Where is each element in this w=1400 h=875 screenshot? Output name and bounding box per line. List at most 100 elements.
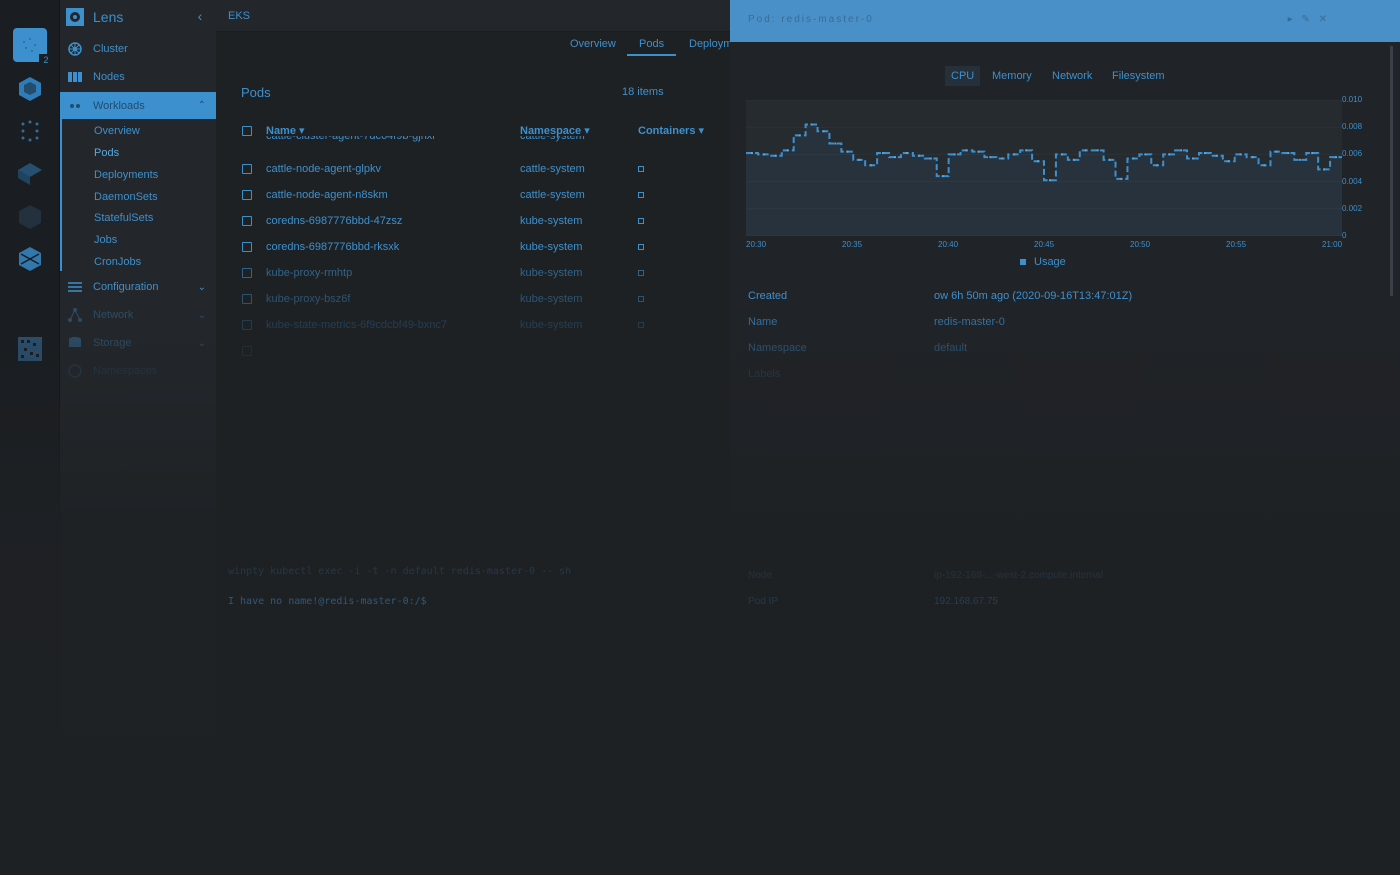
pod-name[interactable]: coredns-6987776bbd-47zsz	[266, 215, 402, 227]
chevron-down-icon: ⌄	[197, 281, 206, 293]
field-label-name: Name	[748, 316, 778, 328]
metrics-tab-memory[interactable]: Memory	[992, 66, 1032, 86]
container-status-icon	[638, 166, 644, 172]
data-point	[1251, 156, 1254, 159]
metrics-tab-filesystem[interactable]: Filesystem	[1112, 66, 1165, 86]
scrollbar[interactable]	[1390, 46, 1393, 296]
data-point	[1203, 152, 1206, 155]
data-point	[1037, 160, 1040, 163]
data-point	[882, 152, 885, 155]
y-tick-label: 0.008	[1342, 122, 1363, 132]
data-point	[798, 134, 801, 137]
sidebar-item-namespaces[interactable]: Namespaces	[60, 359, 216, 383]
package-icon[interactable]	[13, 72, 47, 106]
tab-deployments[interactable]: Deploym	[689, 38, 732, 56]
y-tick-label: 0.002	[1342, 203, 1363, 213]
items-count: 18 items	[622, 86, 664, 98]
sidebar: Lens ‹ Cluster Nodes Workloads ⌃ Overvie…	[60, 0, 216, 875]
row-checkbox[interactable]	[242, 164, 252, 174]
main-content: Overview Pods Deploym Pods 18 items Name…	[216, 32, 732, 657]
tab-overview[interactable]: Overview	[570, 38, 616, 56]
cluster-topbar: EKS	[216, 0, 730, 32]
data-point	[1263, 164, 1266, 167]
table-row[interactable]: kube-proxy-bsz6f kube-system	[240, 287, 730, 313]
sidebar-sub-jobs[interactable]: Jobs	[94, 230, 117, 250]
row-checkbox[interactable]	[242, 294, 252, 304]
grid-icon[interactable]	[13, 332, 47, 366]
data-point	[774, 154, 777, 157]
pod-name[interactable]: kube-proxy-rmhtp	[266, 267, 352, 279]
pod-name[interactable]: kube-proxy-bsz6f	[266, 293, 350, 305]
metrics-tab-cpu[interactable]: CPU	[945, 66, 981, 86]
table-row[interactable]: cattle-node-agent-glpkv cattle-system	[240, 157, 730, 183]
table-row[interactable]: kube-state-metrics-6f9cdcbf49-bxnc7 kube…	[240, 313, 730, 339]
page-title: Pods	[241, 85, 271, 100]
table-row[interactable]: cattle-node-agent-n8skm cattle-system	[240, 183, 730, 209]
table-row[interactable]: cattle-cluster-agent-7dc64f9b-gjhxl catt…	[240, 136, 730, 150]
table-row[interactable]: coredns-6987776bbd-rksxk kube-system	[240, 235, 730, 261]
sidebar-sub-daemonsets[interactable]: DaemonSets	[94, 187, 158, 207]
data-point	[822, 130, 825, 133]
table-row[interactable]	[240, 339, 730, 365]
row-checkbox[interactable]	[242, 320, 252, 330]
pod-name[interactable]: kube-state-metrics-6f9cdcbf49-bxnc7	[266, 319, 447, 331]
chevron-down-icon: ⌄	[197, 337, 206, 349]
details-title: Pod: redis-master-0	[748, 14, 874, 25]
sidebar-sub-cronjobs[interactable]: CronJobs	[94, 252, 141, 272]
field-value-pod-ip: 192.168.67.75	[934, 596, 998, 607]
pod-details-panel: CPU Memory Network Filesystem 0.010 0.008…	[730, 42, 1400, 875]
data-point	[834, 142, 837, 145]
row-checkbox[interactable]	[242, 346, 252, 356]
details-header: Pod: redis-master-0 ▸ ✎ ✕	[730, 0, 1400, 42]
data-point	[977, 150, 980, 153]
sidebar-sub-deployments[interactable]: Deployments	[94, 165, 158, 185]
x-tick-label: 21:00	[1322, 240, 1343, 249]
sidebar-item-workloads[interactable]: Workloads ⌃	[60, 92, 216, 119]
data-point	[1227, 160, 1230, 163]
sidebar-item-label: Network	[93, 309, 134, 321]
dots-icon[interactable]	[13, 114, 47, 148]
sidebar-sub-pods[interactable]: Pods	[94, 143, 119, 163]
network-icon	[66, 306, 84, 324]
data-point	[1180, 149, 1183, 152]
sidebar-sub-overview[interactable]: Overview	[94, 121, 140, 141]
table-row[interactable]: coredns-6987776bbd-47zsz kube-system	[240, 209, 730, 235]
box-icon[interactable]	[13, 242, 47, 276]
x-tick-label: 20:50	[1130, 240, 1151, 249]
table-row[interactable]: kube-proxy-rmhtp kube-system	[240, 261, 730, 287]
sidebar-item-label: Storage	[93, 337, 132, 349]
tab-pods[interactable]: Pods	[627, 38, 677, 56]
cube-icon[interactable]	[13, 156, 47, 190]
sidebar-item-network[interactable]: Network ⌄	[60, 303, 216, 327]
submenu-indicator	[60, 119, 62, 271]
data-point	[786, 149, 789, 152]
pod-name[interactable]: coredns-6987776bbd-rksxk	[266, 241, 399, 253]
data-point	[953, 153, 956, 156]
x-tick-label: 20:35	[842, 240, 863, 249]
data-point	[858, 158, 861, 161]
row-checkbox[interactable]	[242, 268, 252, 278]
metrics-tab-network[interactable]: Network	[1052, 66, 1092, 86]
hexagon-icon[interactable]	[13, 200, 47, 234]
sidebar-item-label: Nodes	[93, 71, 125, 83]
details-actions[interactable]: ▸ ✎ ✕	[1288, 14, 1330, 25]
data-point	[1335, 156, 1338, 159]
sidebar-item-configuration[interactable]: Configuration ⌄	[60, 275, 216, 299]
sidebar-sub-statefulsets[interactable]: StatefulSets	[94, 208, 153, 228]
data-point	[1287, 152, 1290, 155]
select-all-checkbox[interactable]	[242, 126, 252, 136]
row-checkbox[interactable]	[242, 190, 252, 200]
sidebar-item-nodes[interactable]: Nodes	[60, 65, 216, 89]
collapse-sidebar-icon[interactable]: ‹	[192, 8, 208, 24]
row-checkbox[interactable]	[242, 216, 252, 226]
field-value-node: ip-192-168-...-west-2.compute.internal	[934, 570, 1103, 581]
sidebar-item-storage[interactable]: Storage ⌄	[60, 331, 216, 355]
sidebar-item-cluster[interactable]: Cluster	[60, 37, 216, 61]
pod-name[interactable]: cattle-node-agent-glpkv	[266, 163, 381, 175]
container-status-icon	[638, 270, 644, 276]
lens-logo-icon	[66, 8, 84, 26]
pod-name[interactable]: cattle-node-agent-n8skm	[266, 189, 388, 201]
sidebar-item-label: Namespaces	[93, 365, 158, 377]
pod-namespace: cattle-system	[520, 189, 585, 201]
row-checkbox[interactable]	[242, 242, 252, 252]
